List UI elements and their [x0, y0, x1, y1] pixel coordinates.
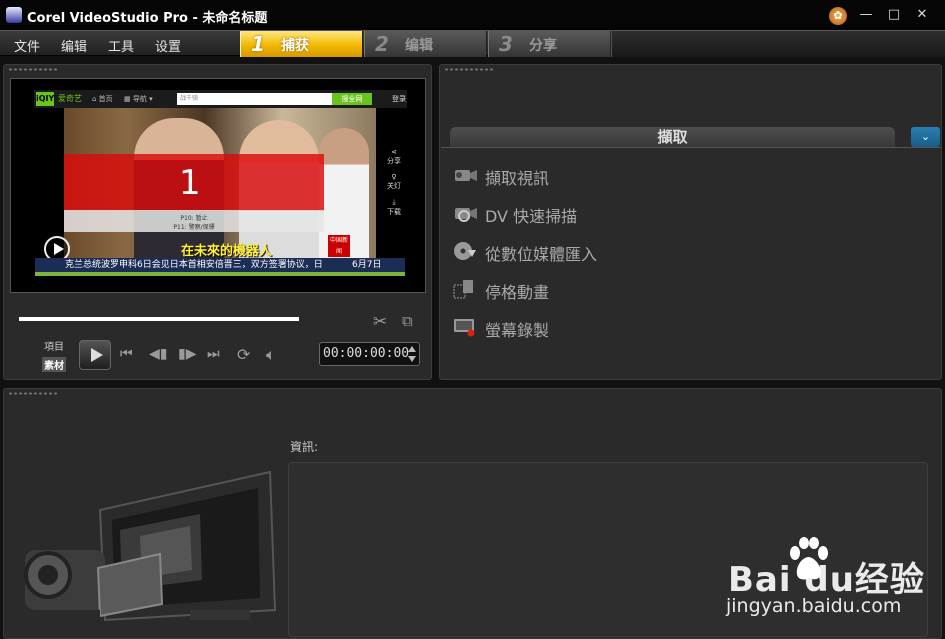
panel-grip[interactable] [8, 68, 58, 71]
dv-quick-scan-option[interactable]: DV 快速掃描 [452, 201, 752, 227]
volume-icon[interactable]: 🔈︎ [266, 345, 276, 365]
stop-motion-icon [453, 280, 473, 299]
screen-record-icon [454, 319, 475, 337]
browser-search-button: 搜全网 [332, 93, 372, 105]
divider [441, 147, 941, 148]
panel-grip[interactable] [8, 392, 58, 395]
option-label: 螢幕錄製 [485, 321, 550, 340]
tab-share[interactable]: 3 分享 [488, 31, 611, 57]
panel-grip[interactable] [444, 68, 494, 71]
step-number: 3 [499, 32, 513, 56]
dv-scan-icon [455, 208, 477, 222]
iqiyi-logo: iQIY [36, 92, 54, 106]
tab-capture[interactable]: 1 捕获 [240, 31, 363, 57]
news-ticker: 克兰总统波罗申科6日会见日本首相安倍晋三，双方签署协议，日 [35, 258, 405, 272]
title-bar: Corel VideoStudio Pro - 未命名标题 ✿ — □ ✕ [0, 0, 945, 30]
tab-edit[interactable]: 2 编辑 [364, 31, 487, 57]
clip-info-line: P10: 暂止 [180, 215, 208, 222]
app-window: Corel VideoStudio Pro - 未命名标题 ✿ — □ ✕ 文件… [0, 0, 945, 639]
download-icon: ⤓ 下载 [387, 198, 401, 216]
timeline-scrubber[interactable] [19, 317, 299, 321]
close-button[interactable]: ✕ [913, 7, 931, 23]
step-label: 捕获 [281, 38, 309, 54]
collapse-chevron-icon[interactable]: ⌄ [911, 127, 940, 147]
clip-info-line: P11: 警察/保镖 [173, 224, 215, 231]
step-number: 1 [251, 32, 265, 56]
option-label: DV 快速掃描 [485, 207, 578, 226]
next-frame-icon[interactable]: ▮▶ [178, 346, 196, 362]
menu-edit[interactable]: 编辑 [61, 36, 87, 55]
prev-frame-icon[interactable]: ◀▮ [149, 346, 167, 362]
timecode-field[interactable]: 00:00:00:00 [319, 342, 420, 366]
capture-header: 擷取 [450, 127, 895, 147]
scissors-icon[interactable]: ✂ [373, 312, 387, 332]
option-label: 擷取視訊 [485, 169, 550, 188]
disc-import-icon [454, 242, 476, 260]
timecode-value: 00:00:00:00 [323, 346, 410, 361]
spin-down-icon[interactable] [408, 356, 416, 362]
capture-video-option[interactable]: 擷取視訊 [452, 163, 752, 189]
step-label: 编辑 [405, 38, 433, 54]
option-label: 從數位媒體匯入 [485, 245, 598, 264]
stop-motion-option[interactable]: 停格動畫 [452, 277, 752, 303]
step-label: 分享 [529, 38, 557, 54]
videostudio-logo-icon [6, 7, 22, 23]
menu-bar: 文件 编辑 工具 设置 1 捕获 2 编辑 3 分享 [0, 30, 945, 57]
mic-badge: 中国新闻 [328, 235, 350, 257]
menu-bar-filler [611, 31, 945, 57]
help-gear-icon[interactable]: ✿ [829, 7, 847, 25]
menu-settings[interactable]: 设置 [155, 36, 181, 55]
baidu-paw-icon [790, 537, 828, 580]
nav-home: ⌂ 首页 [92, 95, 113, 103]
video-progress-bar [35, 272, 405, 276]
browser-toolbar: iQIY 爱奇艺 ⌂ 首页 ▦ 导航 ▾ 战千骑 搜全网 登录 [34, 90, 407, 108]
share-icon: ⋖ 分享 [387, 148, 401, 165]
camcorder-icon [455, 170, 477, 181]
window-title: Corel VideoStudio Pro - 未命名标题 [27, 11, 268, 26]
maximize-button[interactable]: □ [885, 7, 903, 23]
import-digital-media-option[interactable]: 從數位媒體匯入 [452, 239, 752, 265]
spin-up-icon[interactable] [408, 346, 416, 352]
minimize-button[interactable]: — [857, 7, 875, 23]
browser-login: 登录 [392, 95, 406, 103]
info-label: 資訊: [290, 440, 319, 454]
capture-illustration [24, 470, 277, 630]
copy-icon[interactable]: ⧉ [402, 312, 413, 330]
mode-project[interactable]: 項目 [44, 338, 64, 353]
end-icon[interactable]: ⏭ [207, 346, 220, 362]
step-number: 2 [375, 32, 389, 56]
watermark-url: jingyan.baidu.com [726, 595, 902, 617]
clip-number: 1 [179, 163, 201, 203]
screen-record-option[interactable]: 螢幕錄製 [452, 315, 752, 341]
home-icon[interactable]: ⏮ [120, 346, 133, 362]
ticker-date: 6月7日 [352, 260, 382, 270]
menu-file[interactable]: 文件 [14, 36, 40, 55]
iqiyi-brand: 爱奇艺 [58, 94, 82, 103]
clip-info-box: P10: 暂止 P11: 警察/保镖 [64, 210, 324, 232]
nav-guide: ▦ 导航 ▾ [124, 95, 153, 103]
menu-tools[interactable]: 工具 [108, 36, 134, 55]
play-button[interactable] [79, 340, 111, 370]
mode-clip[interactable]: 素材 [42, 357, 66, 372]
video-subtitle: 在未來的機器人 [181, 244, 273, 259]
browser-search-input: 战千骑 [177, 93, 332, 105]
option-label: 停格動畫 [485, 283, 550, 302]
light-icon: ♀ 关灯 [387, 173, 401, 190]
repeat-icon[interactable]: ⟳ [237, 345, 250, 364]
